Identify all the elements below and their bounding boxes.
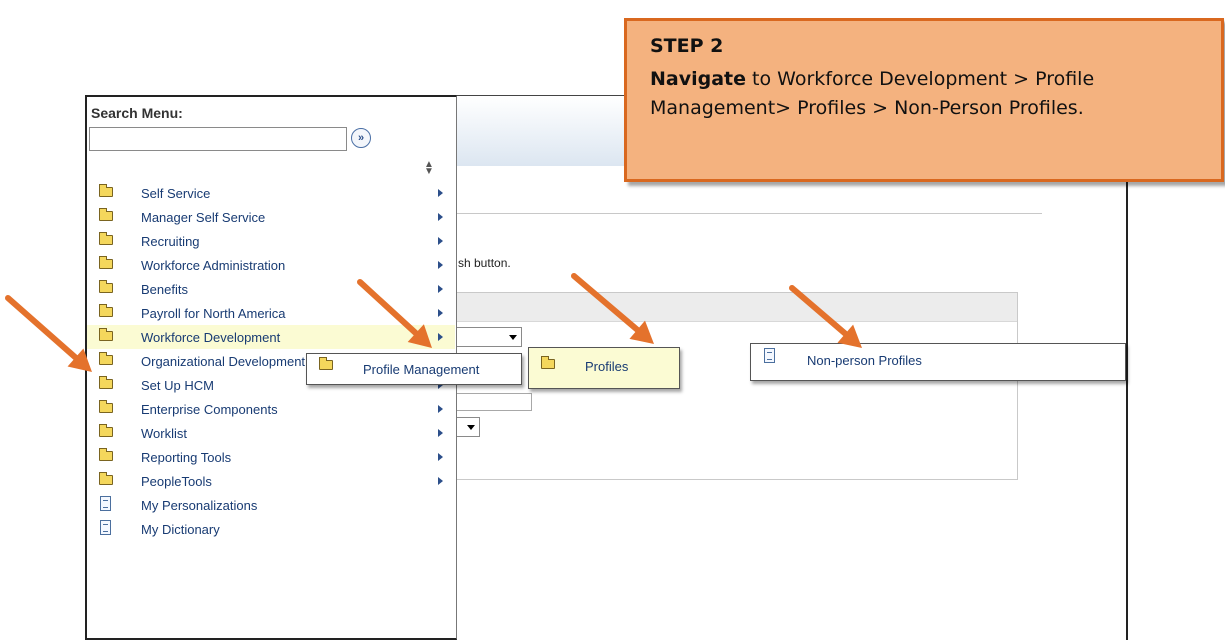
menu-item-label: Enterprise Components [141,402,278,417]
folder-icon [541,356,555,369]
folder-icon [99,304,113,317]
search-criteria-header [456,293,1017,322]
callout-step-title: STEP 2 [650,35,724,57]
flyout-label: Non-person Profiles [807,353,922,368]
dropdown-arrow-icon [509,335,517,340]
folder-icon [99,352,113,365]
folder-icon [99,376,113,389]
chevron-right-icon [438,237,443,245]
flyout-profile-management[interactable]: Profile Management [306,353,522,385]
folder-icon [99,472,113,485]
pointer-arrow-shaft [5,295,79,361]
flyout-label: Profiles [585,359,629,374]
menu-item-label: Payroll for North America [141,306,286,321]
folder-icon [99,280,113,293]
criteria-select-2[interactable] [456,417,480,437]
page-divider [456,213,1042,214]
menu-item[interactable]: Payroll for North America [87,301,455,325]
chevron-right-icon [438,261,443,269]
menu-item[interactable]: Worklist [87,421,455,445]
folder-icon [99,256,113,269]
callout-body: Navigate to Workforce Development > Prof… [650,65,1210,123]
flyout-profiles[interactable]: Profiles [528,347,680,389]
chevron-right-icon [438,309,443,317]
folder-icon [99,232,113,245]
menu-item-label: Self Service [141,186,211,201]
chevron-right-icon [438,333,443,341]
chevron-right-icon [438,453,443,461]
document-icon [100,520,111,535]
menu-item-label: Reporting Tools [141,450,232,465]
callout-action-word: Navigate [650,68,747,90]
criteria-select-1[interactable] [456,327,522,347]
flyout-non-person-profiles[interactable]: Non-person Profiles [750,343,1126,381]
menu-item[interactable]: Reporting Tools [87,445,455,469]
menu-item[interactable]: PeopleTools [87,469,455,493]
search-menu-input[interactable] [89,127,347,151]
menu-item[interactable]: Workforce Development [87,325,455,349]
search-go-icon[interactable]: » [351,128,371,148]
instruction-callout: STEP 2 Navigate to Workforce Development… [624,18,1224,182]
chevron-right-icon [438,189,443,197]
menu-item-label: Recruiting [141,234,200,249]
menu-item[interactable]: My Dictionary [87,517,455,541]
menu-item-label: Workforce Development [141,330,281,345]
chevron-right-icon [438,429,443,437]
menu-item-label: Set Up HCM [141,378,214,393]
chevron-right-icon [438,285,443,293]
folder-icon [99,328,113,341]
folder-icon [99,448,113,461]
folder-icon [99,208,113,221]
criteria-input[interactable] [456,393,532,411]
folder-icon [99,400,113,413]
folder-icon [99,184,113,197]
menu-item[interactable]: Enterprise Components [87,397,455,421]
flyout-label: Profile Management [363,362,480,377]
menu-item[interactable]: Manager Self Service [87,205,455,229]
menu-item-label: My Dictionary [141,522,220,537]
menu-item[interactable]: Workforce Administration [87,253,455,277]
folder-icon [99,424,113,437]
chevron-right-icon [438,477,443,485]
menu-item[interactable]: My Personalizations [87,493,455,517]
sort-icon[interactable]: ▲ ▼ [424,160,434,177]
search-menu-label: Search Menu: [91,105,183,121]
menu-item-label: Organizational Development [141,354,306,369]
chevron-right-icon [438,213,443,221]
menu-item-label: Workforce Administration [141,258,286,273]
dropdown-arrow-icon [467,425,475,430]
folder-icon [319,357,333,370]
document-icon [764,348,775,363]
menu-item[interactable]: Recruiting [87,229,455,253]
chevron-right-icon [438,405,443,413]
document-icon [100,496,111,511]
menu-item-label: Worklist [141,426,187,441]
menu-item-label: Manager Self Service [141,210,266,225]
menu-item-label: PeopleTools [141,474,212,489]
menu-item[interactable]: Self Service [87,181,455,205]
menu-item-label: My Personalizations [141,498,258,513]
menu-item-label: Benefits [141,282,188,297]
menu-item[interactable]: Benefits [87,277,455,301]
page-instruction-text: sh button. [458,256,511,270]
